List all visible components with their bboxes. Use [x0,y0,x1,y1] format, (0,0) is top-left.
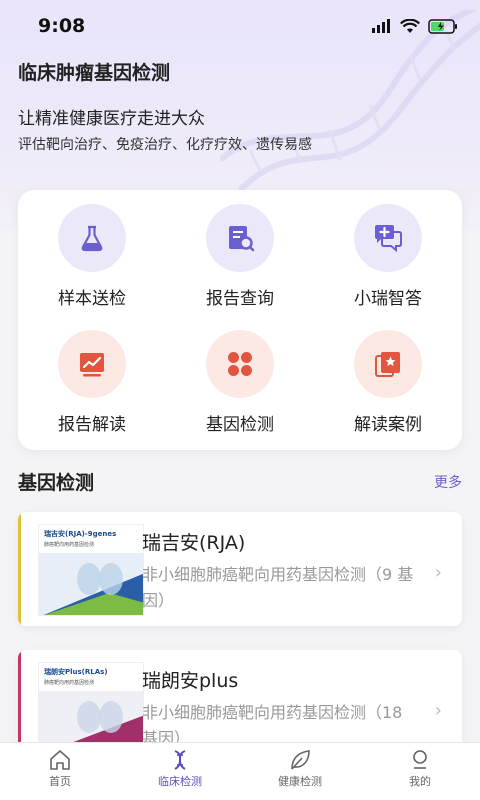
leaf-icon [291,750,310,770]
grid-item-report-query[interactable]: 报告查询 [166,190,314,310]
page-title: 临床肿瘤基因检测 [18,62,171,84]
status-time: 9:08 [38,15,86,37]
lung-graphic-icon [39,553,143,615]
grid-item-smart-qa[interactable]: 小瑞智答 [314,190,462,310]
dna-icon [174,750,186,770]
grid-item-case-studies[interactable]: 解读案例 [314,316,462,436]
person-icon [413,750,427,769]
tab-mine[interactable]: 我的 [360,743,480,800]
grid-item-gene-test[interactable]: 基因检测 [166,316,314,436]
grid-label: 报告查询 [206,289,274,309]
report-search-icon [229,226,255,252]
flask-icon [81,225,103,252]
product-thumbnail: 瑞吉安(RJA)-9genes 肺癌靶向用药基因检测 [38,524,144,616]
tab-label: 临床检测 [158,775,202,788]
grid-label: 小瑞智答 [354,289,422,309]
grid-icon-bg [58,204,126,272]
chat-plus-icon [375,225,402,253]
grid-label: 样本送检 [58,289,126,309]
thumb-subtitle: 肺癌靶向用药基因检测 [44,680,95,686]
grid-icon-bg [206,204,274,272]
home-icon [50,750,70,770]
accent-bar [18,512,21,626]
grid-item-report-interpretation[interactable]: 报告解读 [18,316,166,436]
product-name: 瑞吉安(RJA) [142,532,246,554]
grid-label: 基因检测 [206,415,274,435]
tab-label: 我的 [409,775,431,788]
tab-health-test[interactable]: 健康检测 [240,743,360,800]
star-cards-icon [375,352,400,377]
product-name: 瑞朗安plus [142,670,239,692]
four-petal-icon [228,352,252,376]
grid-label: 解读案例 [354,415,422,435]
tab-label: 健康检测 [278,775,322,788]
chevron-right-icon: › [434,700,442,721]
grid-icon-bg [58,330,126,398]
tab-label: 首页 [49,775,71,788]
wifi-icon [400,18,420,33]
hero-slogan: 让精准健康医疗走进大众 [18,109,205,129]
grid-icon-bg [354,204,422,272]
thumb-title: 瑞吉安(RJA)-9genes [44,530,117,538]
thumb-title: 瑞朗安Plus(RLAs) [44,668,108,676]
status-bar: 9:08 [0,0,480,52]
grid-label: 报告解读 [58,415,126,435]
product-description: 非小细胞肺癌靶向用药基因检测（9 基因） [142,565,414,610]
signal-icon [372,19,390,33]
tab-home[interactable]: 首页 [0,743,120,800]
section-title: 基因检测 [18,472,95,494]
grid-icon-bg [354,330,422,398]
battery-icon [428,18,457,34]
grid-icon-bg [206,330,274,398]
quick-actions-card: 样本送检 报告查询 小瑞智答 报告解读 基因检测 解读案例 [18,190,462,450]
more-link[interactable]: 更多 [434,472,462,492]
thumb-subtitle: 肺癌靶向用药基因检测 [44,542,95,548]
status-icons [372,18,458,34]
trend-chart-icon [80,353,104,377]
bottom-tab-bar: 首页 临床检测 健康检测 我的 [0,742,480,800]
chevron-right-icon: › [434,562,442,583]
product-card-rja[interactable]: 瑞吉安(RJA)-9genes 肺癌靶向用药基因检测 瑞吉安(RJA) 非小细胞… [18,512,462,626]
tab-clinical-test[interactable]: 临床检测 [120,743,240,800]
product-thumbnail: 瑞朗安Plus(RLAs) 肺癌靶向用药基因检测 [38,662,144,754]
hero-subslogan: 评估靶向治疗、免疫治疗、化疗疗效、遗传易感 [18,137,312,153]
grid-item-sample-submission[interactable]: 样本送检 [18,190,166,310]
